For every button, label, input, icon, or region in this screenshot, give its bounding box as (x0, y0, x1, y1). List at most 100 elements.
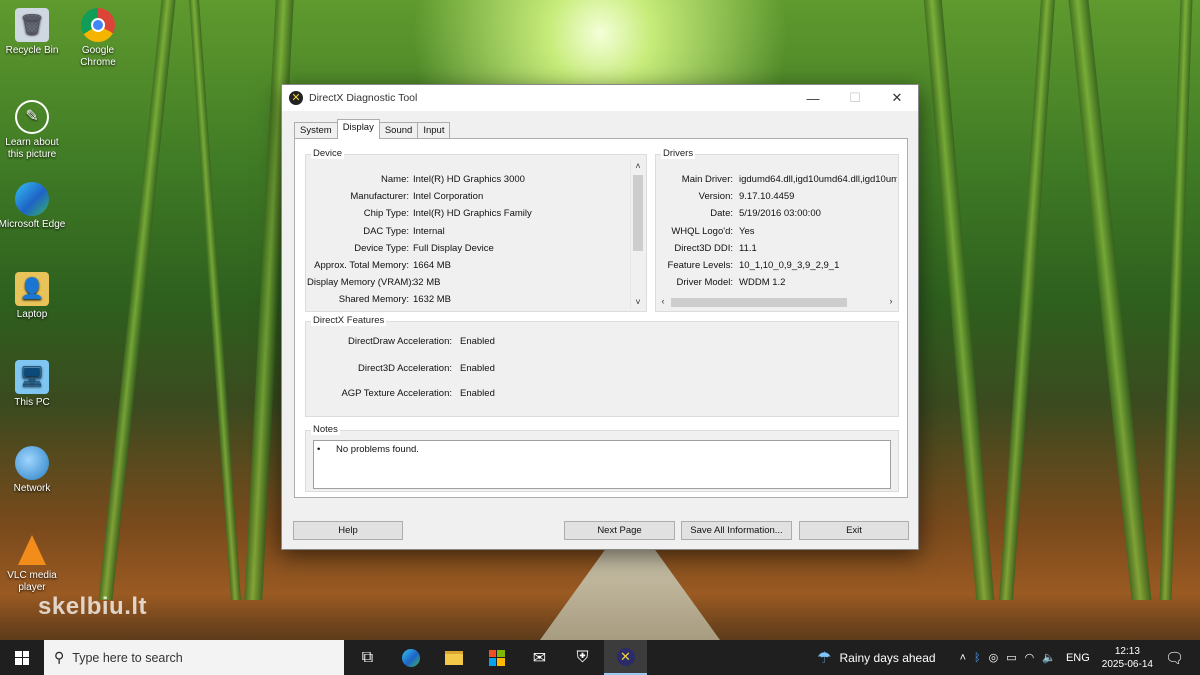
vlc-icon (15, 533, 49, 567)
driver-value: 9.17.10.4459 (739, 191, 795, 203)
user-folder-icon: 👤 (15, 272, 49, 306)
device-value: Intel(R) HD Graphics Family (413, 208, 532, 220)
chrome-icon (81, 8, 115, 42)
mail-icon[interactable]: ✉ (518, 640, 561, 675)
desktop-icon-network[interactable]: Network (0, 446, 67, 495)
language-indicator[interactable]: ENG (1066, 652, 1090, 664)
device-scrollbar[interactable]: ˄ ˅ (630, 159, 644, 309)
save-all-information-button[interactable]: Save All Information... (681, 521, 792, 540)
drivers-group-label: Drivers (661, 148, 696, 159)
desktop-icon-this-pc[interactable]: 🖥 This PC (0, 360, 67, 409)
system-tray: ☂ Rainy days ahead ˄ ᛒ ◎ ▭ ◠ 🔈 ENG 12:13… (817, 640, 1200, 675)
scroll-down-icon[interactable]: ˅ (632, 297, 644, 307)
feature-row-direct3d: Direct3D Acceleration: Enabled (306, 363, 606, 375)
driver-key: Feature Levels: (667, 260, 733, 271)
windows-logo-icon (15, 650, 29, 665)
device-row: Device Type: Full Display Device (307, 243, 631, 255)
device-value: Intel(R) HD Graphics 3000 (413, 174, 525, 185)
directx-features-label: DirectX Features (311, 315, 387, 326)
driver-key: Version: (698, 191, 733, 203)
edge-icon[interactable] (389, 640, 432, 675)
help-button[interactable]: Help (293, 521, 403, 540)
drivers-hscrollbar[interactable]: ‹ › (657, 296, 897, 309)
device-scroll-thumb[interactable] (633, 175, 643, 251)
feature-value: Enabled (460, 388, 495, 399)
dxdiag-taskbar-icon[interactable]: ✕ (604, 640, 647, 675)
device-key: Manufacturer: (350, 191, 409, 203)
tab-sound[interactable]: Sound (378, 122, 419, 139)
driver-key: Driver Model: (676, 277, 734, 289)
notifications-icon[interactable]: 🗨 (1165, 649, 1184, 667)
minimize-icon: — (806, 90, 820, 106)
driver-key: Date: (710, 208, 733, 220)
driver-row: Main Driver: igdumd64.dll,igd10umd64.dll,… (657, 174, 897, 186)
learn-picture-icon: ✎ (15, 100, 49, 134)
recycle-bin-icon: 🗑 (15, 8, 49, 42)
tab-display[interactable]: Display (336, 119, 380, 139)
clock-date: 2025-06-14 (1101, 658, 1153, 670)
desktop-icon-learn-picture[interactable]: ✎ Learn about this picture (0, 100, 67, 161)
scroll-up-icon[interactable]: ˄ (632, 161, 644, 171)
display-tab-panel: Device Name: Intel(R) HD Graphics 3000 Man… (294, 138, 908, 498)
tab-strip: System Display Sound Input (294, 119, 451, 139)
desktop-icon-recycle-bin[interactable]: 🗑 Recycle Bin (0, 8, 67, 57)
maximize-icon: ☐ (849, 90, 861, 105)
desktop-icon-laptop[interactable]: 👤 Laptop (0, 272, 67, 321)
search-placeholder: Type here to search (72, 650, 183, 665)
feature-row-agp: AGP Texture Acceleration: Enabled (306, 388, 606, 400)
exit-button[interactable]: Exit (799, 521, 909, 540)
taskbar-search[interactable]: ⚲ Type here to search (44, 640, 344, 675)
chevron-up-icon[interactable]: ˄ (960, 652, 966, 664)
driver-value: WDDM 1.2 (739, 277, 786, 289)
device-key: DAC Type: (363, 225, 409, 237)
notes-group: Notes • No problems found. (305, 424, 899, 492)
device-value: 32 MB (413, 277, 441, 289)
dxdiag-icon: ✕ (289, 91, 303, 105)
drivers-group: Drivers Main Driver: igdumd64.dll,igd10um… (655, 148, 899, 312)
clock[interactable]: 12:13 2025-06-14 (1102, 645, 1153, 671)
volume-icon[interactable]: 🔈 (1042, 651, 1056, 664)
scroll-left-icon[interactable]: ‹ (657, 296, 669, 306)
feature-label: Direct3D Acceleration: (358, 363, 452, 374)
notes-textbox[interactable]: • No problems found. (313, 440, 891, 489)
title-bar[interactable]: ✕ DirectX Diagnostic Tool — ☐ ✕ (282, 85, 918, 111)
close-button[interactable]: ✕ (876, 85, 918, 111)
scroll-right-icon[interactable]: › (885, 296, 897, 306)
rain-icon: ☂ (817, 649, 832, 667)
desktop-icon-chrome[interactable]: Google Chrome (63, 8, 133, 69)
desktop-icon-edge[interactable]: Microsoft Edge (0, 182, 67, 231)
battery-icon[interactable]: ▭ (1006, 651, 1016, 664)
next-page-button[interactable]: Next Page (564, 521, 675, 540)
file-explorer-icon[interactable] (432, 640, 475, 675)
weather-widget[interactable]: ☂ Rainy days ahead (817, 648, 935, 668)
edge-icon (15, 182, 49, 216)
tab-input[interactable]: Input (417, 122, 451, 139)
device-group-label: Device (311, 148, 345, 159)
watermark: skelbiu.lt (38, 593, 148, 620)
bluetooth-icon[interactable]: ᛒ (974, 652, 981, 664)
tab-system[interactable]: System (294, 122, 338, 139)
task-view-icon[interactable]: ⧉ (346, 640, 389, 675)
device-row: Approx. Total Memory: 1664 MB (307, 260, 631, 272)
driver-key: Main Driver: (681, 174, 733, 185)
meet-now-icon[interactable]: ◎ (989, 651, 999, 664)
feature-value: Enabled (460, 363, 495, 374)
security-icon[interactable]: ⛨ (561, 640, 604, 675)
device-value: Intel Corporation (413, 191, 484, 203)
drivers-scroll-thumb[interactable] (671, 298, 847, 307)
store-icon[interactable] (475, 640, 518, 675)
device-group: Device Name: Intel(R) HD Graphics 3000 Man… (305, 148, 647, 312)
feature-label: AGP Texture Acceleration: (341, 388, 452, 399)
weather-text: Rainy days ahead (839, 650, 936, 665)
minimize-button[interactable]: — (792, 85, 834, 111)
desktop-icon-vlc[interactable]: VLC media player (0, 533, 67, 594)
dxdiag-window: ✕ DirectX Diagnostic Tool — ☐ ✕ System D… (281, 84, 919, 550)
driver-key: Direct3D DDI: (674, 242, 733, 254)
maximize-button: ☐ (834, 85, 876, 111)
device-row: Display Memory (VRAM): 32 MB (307, 277, 631, 289)
device-list: Name: Intel(R) HD Graphics 3000 Manufactur… (307, 159, 631, 309)
wifi-icon[interactable]: ◠ (1025, 651, 1035, 664)
start-button[interactable] (0, 640, 44, 675)
driver-row: WHQL Logo'd: Yes (657, 226, 897, 238)
window-title: DirectX Diagnostic Tool (309, 92, 418, 104)
